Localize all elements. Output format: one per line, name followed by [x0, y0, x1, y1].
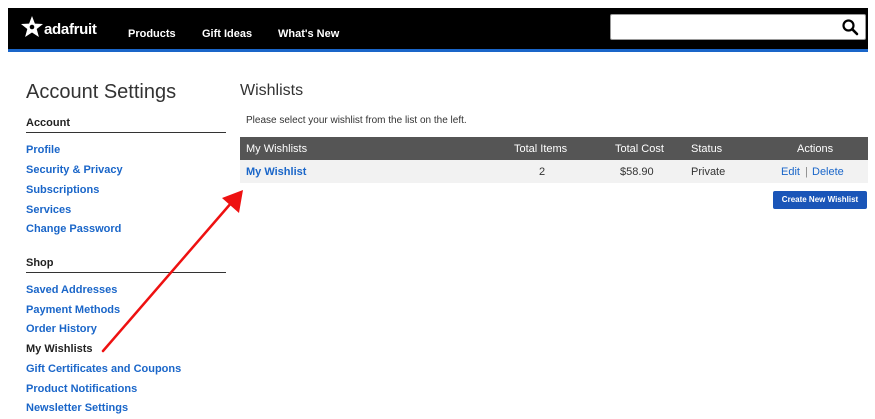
column-header-total-items: Total Items	[514, 143, 568, 155]
instruction-text: Please select your wishlist from the lis…	[246, 115, 467, 126]
sidebar-item-saved-addresses[interactable]: Saved Addresses	[26, 284, 117, 296]
sidebar-item-security-privacy[interactable]: Security & Privacy	[26, 164, 123, 176]
edit-link[interactable]: Edit	[781, 166, 800, 178]
table-row: My Wishlist 2 $58.90 Private Edit | Dele…	[240, 160, 868, 183]
account-section-head: Account	[26, 117, 70, 129]
sidebar-item-product-notifications[interactable]: Product Notifications	[26, 383, 137, 395]
sidebar-item-newsletter-settings[interactable]: Newsletter Settings	[26, 402, 128, 414]
create-new-wishlist-button[interactable]: Create New Wishlist	[773, 191, 867, 209]
action-separator: |	[805, 166, 808, 178]
search-input[interactable]	[610, 14, 866, 40]
logo-text: adafruit	[44, 20, 97, 38]
shop-section-head: Shop	[26, 257, 54, 269]
nav-gift-ideas[interactable]: Gift Ideas	[202, 28, 252, 40]
sidebar-item-payment-methods[interactable]: Payment Methods	[26, 304, 120, 316]
delete-link[interactable]: Delete	[812, 166, 844, 178]
sidebar-item-subscriptions[interactable]: Subscriptions	[26, 184, 99, 196]
status-value: Private	[691, 166, 726, 178]
wishlist-name-link[interactable]: My Wishlist	[246, 166, 306, 178]
total-items-value: 2	[539, 166, 546, 178]
annotation-arrow	[101, 190, 243, 353]
page-title: Wishlists	[240, 82, 304, 99]
account-divider	[26, 132, 226, 133]
sidebar-title: Account Settings	[26, 81, 177, 103]
column-header-name: My Wishlists	[246, 143, 308, 155]
home-logo[interactable]: adafruit	[20, 14, 97, 44]
sidebar-item-my-wishlists[interactable]: My Wishlists	[26, 343, 93, 355]
sidebar-item-gift-certificates[interactable]: Gift Certificates and Coupons	[26, 363, 181, 375]
nav-whats-new[interactable]: What's New	[278, 28, 339, 40]
sidebar-item-profile[interactable]: Profile	[26, 144, 60, 156]
nav-products[interactable]: Products	[128, 28, 176, 40]
sidebar-item-services[interactable]: Services	[26, 204, 71, 216]
column-header-status: Status	[691, 143, 723, 155]
wishlist-table-header: My Wishlists Total Items Total Cost Stat…	[240, 137, 868, 160]
star-logo-icon	[20, 15, 44, 44]
sidebar-item-order-history[interactable]: Order History	[26, 323, 97, 335]
shop-divider	[26, 272, 226, 273]
top-navbar: adafruit Products Gift Ideas What's New	[8, 8, 868, 52]
column-header-total-cost: Total Cost	[615, 143, 664, 155]
sidebar-item-change-password[interactable]: Change Password	[26, 223, 121, 235]
column-header-actions: Actions	[797, 143, 834, 155]
search-icon[interactable]	[841, 18, 859, 36]
total-cost-value: $58.90	[620, 166, 654, 178]
